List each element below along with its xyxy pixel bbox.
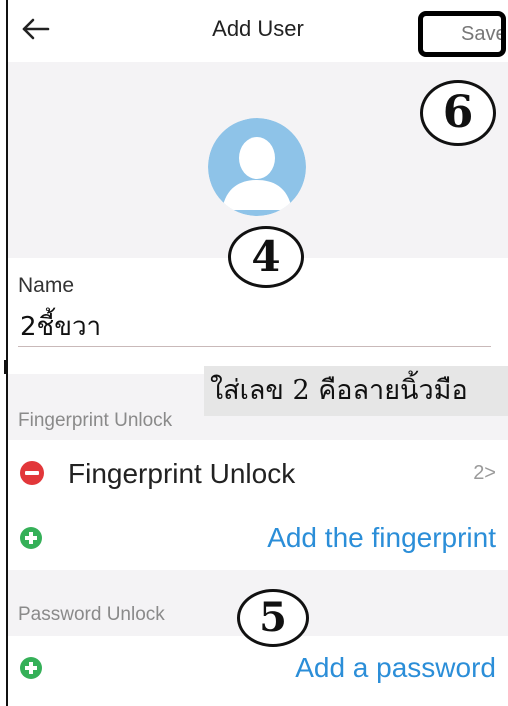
fingerprint-unlock-row[interactable]: Fingerprint Unlock 2> xyxy=(8,440,508,506)
save-button[interactable]: Save xyxy=(418,11,506,57)
password-section-title: Password Unlock xyxy=(18,604,165,625)
top-bar: Add User Save xyxy=(8,0,508,60)
user-avatar-icon[interactable] xyxy=(208,118,306,216)
left-frame-marker xyxy=(2,360,6,374)
fingerprint-count: 2> xyxy=(473,462,496,484)
add-fingerprint-row[interactable]: Add the fingerprint xyxy=(8,506,508,570)
add-fingerprint-link[interactable]: Add the fingerprint xyxy=(267,522,496,554)
fingerprint-section-title: Fingerprint Unlock xyxy=(18,410,173,431)
name-underline xyxy=(18,346,491,347)
step-6-callout: 6 xyxy=(420,80,496,146)
annotation-note: ใส่เลข 2 คือลายนิ้วมือ xyxy=(204,366,508,416)
add-circle-icon[interactable] xyxy=(20,527,42,549)
name-input[interactable]: 2ชี้ขวา xyxy=(20,306,101,347)
fingerprint-unlock-label: Fingerprint Unlock xyxy=(68,458,296,489)
add-password-link[interactable]: Add a password xyxy=(295,652,496,684)
add-circle-icon[interactable] xyxy=(20,657,42,679)
add-password-row[interactable]: Add a password xyxy=(8,636,508,706)
remove-circle-icon[interactable] xyxy=(20,461,44,485)
step-4-callout: 4 xyxy=(228,226,304,288)
save-button-label: Save xyxy=(461,23,506,45)
name-label: Name xyxy=(18,274,75,297)
step-5-callout: 5 xyxy=(237,589,309,647)
